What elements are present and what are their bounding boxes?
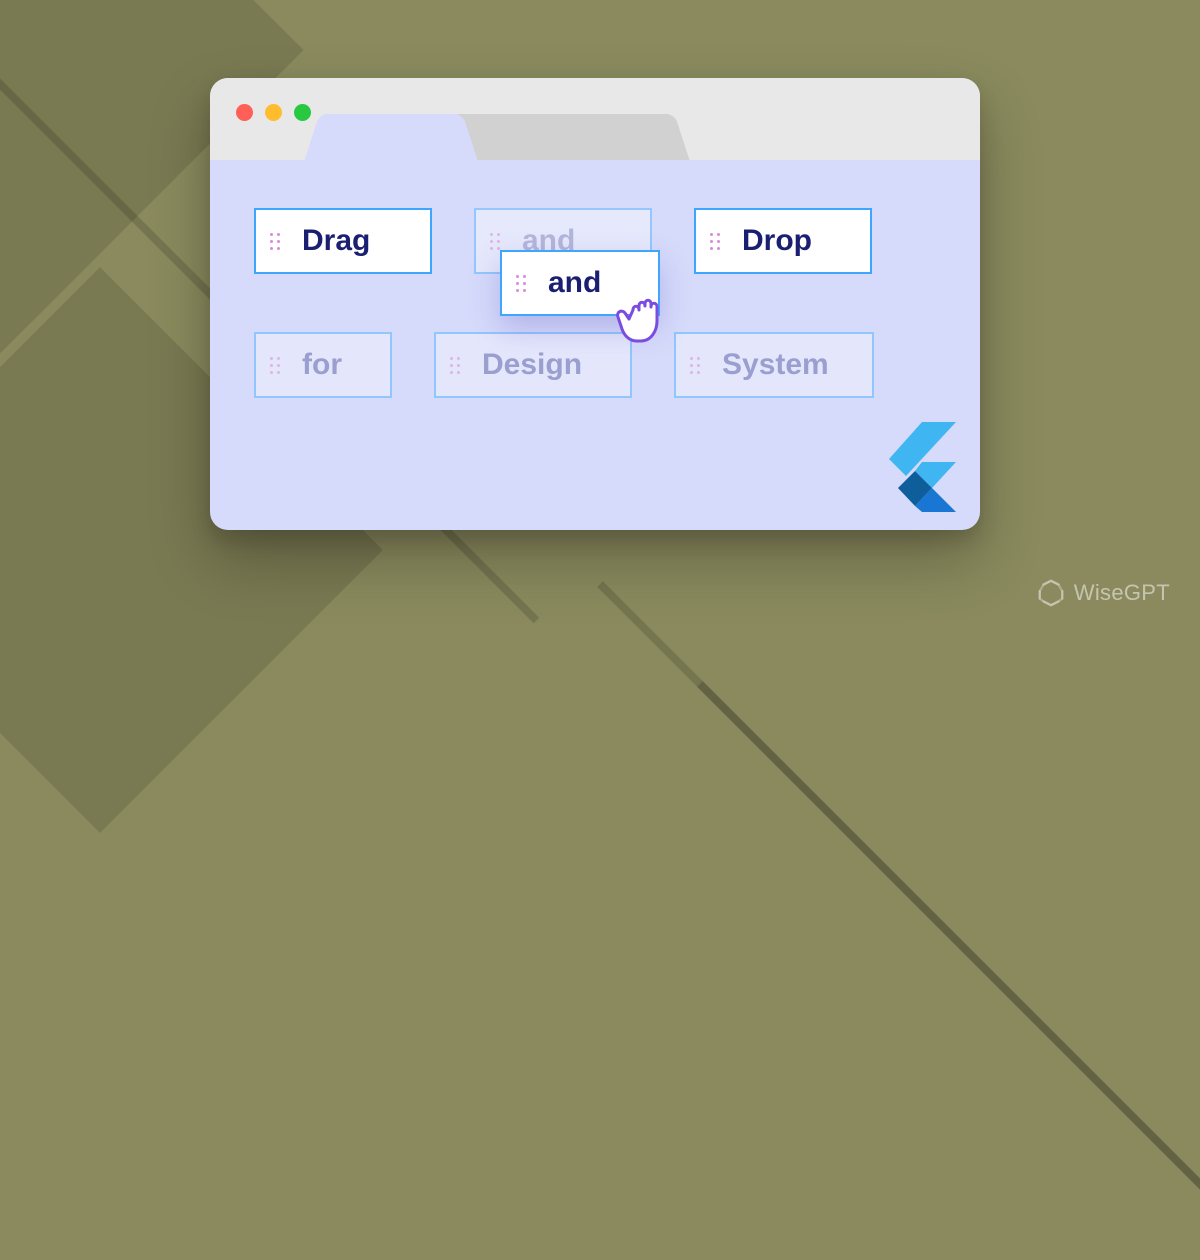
chip-for[interactable]: for [254,332,392,398]
grabbing-cursor-icon [616,284,676,353]
chip-row: for Design System [254,332,936,398]
traffic-lights [236,104,311,121]
chip-label: System [722,348,829,382]
chip-drop[interactable]: Drop [694,208,872,274]
drag-handle-icon[interactable] [270,233,284,250]
chip-drag[interactable]: Drag [254,208,432,274]
browser-tab[interactable] [326,114,456,160]
watermark: WiseGPT [1036,578,1170,608]
wisegpt-logo-icon [1036,578,1066,608]
drag-handle-icon[interactable] [450,357,464,374]
bg-diagonal-line [697,681,1200,1260]
drag-handle-icon[interactable] [270,357,284,374]
chip-label: Drag [302,224,370,258]
chip-label: and [548,266,601,300]
drag-handle-icon[interactable] [690,357,704,374]
tab-strip [350,114,668,160]
drag-handle-icon[interactable] [710,233,724,250]
drag-handle-icon[interactable] [490,233,504,250]
chip-label: Design [482,348,582,382]
chip-label: for [302,348,342,382]
window-titlebar [210,78,980,160]
bg-diagonal-line [597,581,1200,1223]
browser-window: Drag and Drop for Design Syst [210,78,980,530]
chip-label: Drop [742,224,812,258]
minimize-icon[interactable] [265,104,282,121]
chip-system[interactable]: System [674,332,874,398]
canvas-area: Drag and Drop for Design Syst [210,160,980,530]
watermark-text: WiseGPT [1074,580,1170,606]
chip-design[interactable]: Design [434,332,632,398]
drag-handle-icon[interactable] [516,275,530,292]
maximize-icon[interactable] [294,104,311,121]
close-icon[interactable] [236,104,253,121]
flutter-logo-icon [882,422,956,512]
